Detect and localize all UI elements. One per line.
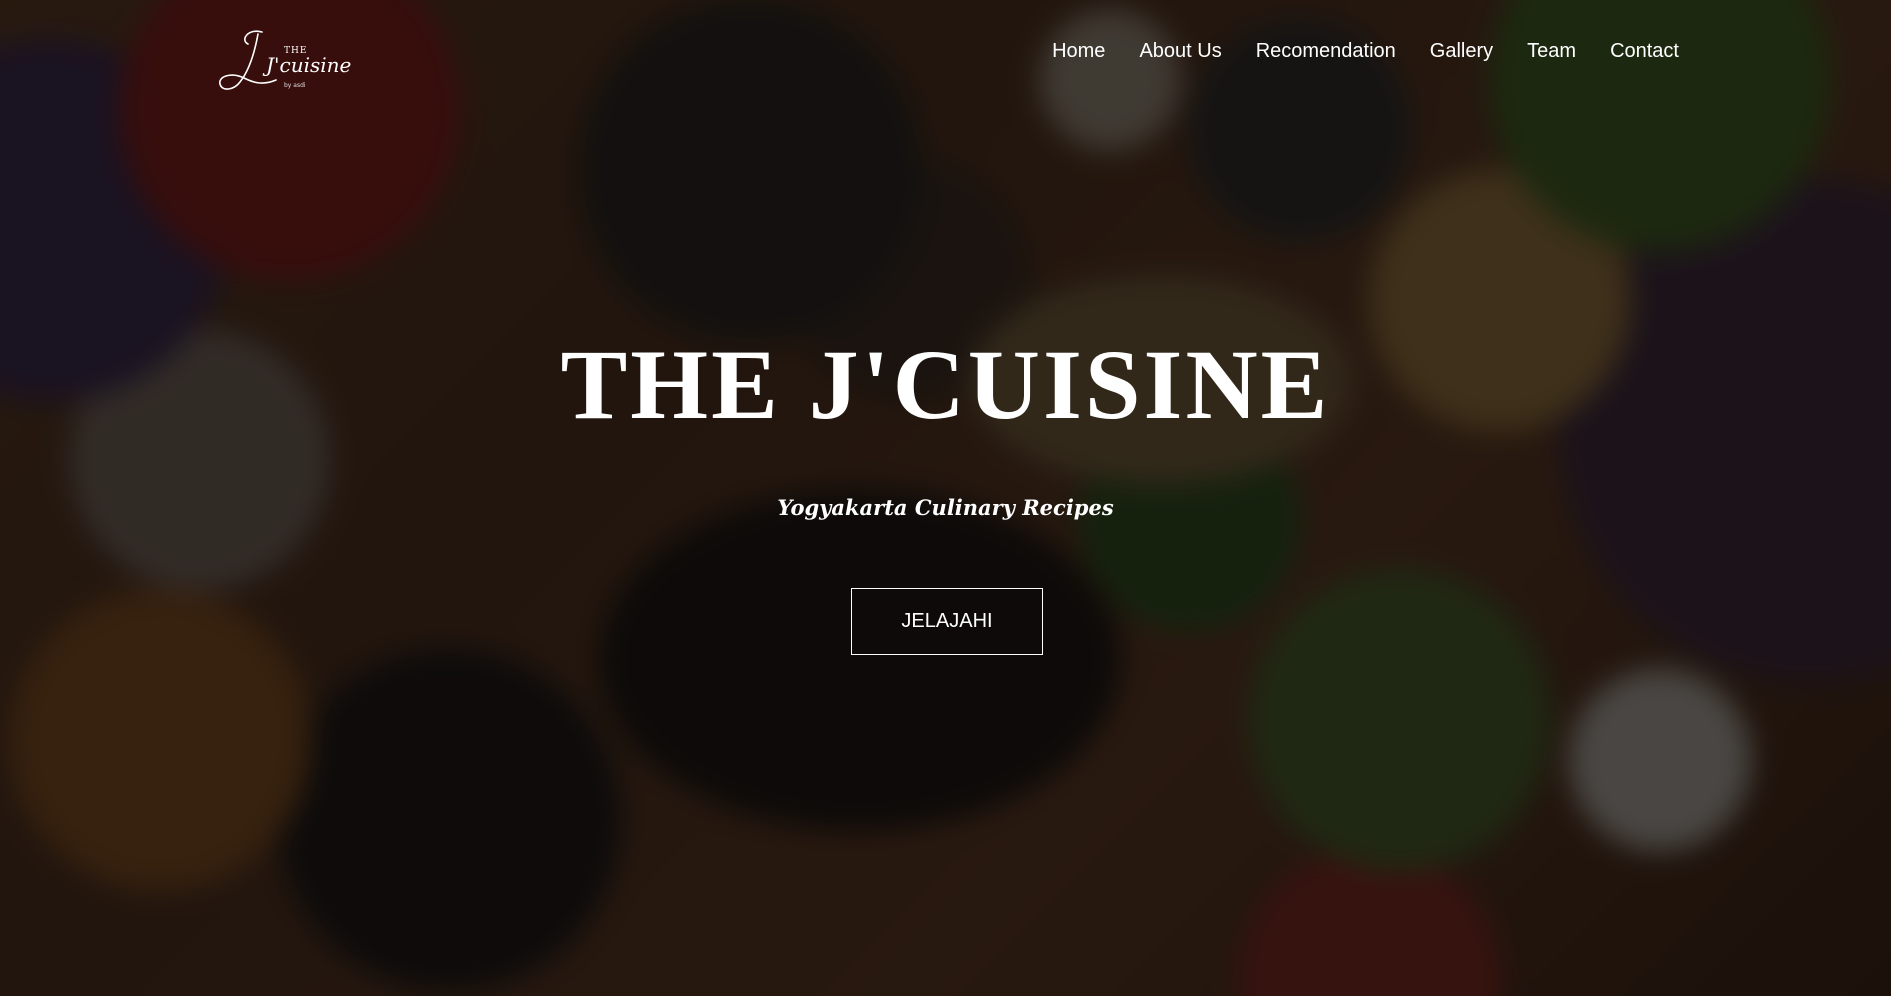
nav-home[interactable]: Home <box>1035 38 1122 65</box>
main-nav: Home About Us Recomendation Gallery Team… <box>1035 38 1679 65</box>
hero-section: THE J'cuisine by asdi Home About Us Reco… <box>0 0 1891 996</box>
nav-contact[interactable]: Contact <box>1593 38 1679 65</box>
nav-gallery[interactable]: Gallery <box>1413 38 1510 65</box>
logo-wordmark: J'cuisine <box>266 53 352 77</box>
site-logo[interactable]: THE J'cuisine by asdi <box>218 26 351 98</box>
logo-byline: by asdi <box>284 82 306 89</box>
nav-about-us[interactable]: About Us <box>1122 38 1238 65</box>
explore-button[interactable]: JELAJAHI <box>851 588 1043 655</box>
nav-recomendation[interactable]: Recomendation <box>1239 38 1413 65</box>
nav-team[interactable]: Team <box>1510 38 1593 65</box>
hero-title: THE J'CUISINE <box>560 329 1331 440</box>
hero-subtitle: Yogyakarta Culinary Recipes <box>777 495 1114 520</box>
